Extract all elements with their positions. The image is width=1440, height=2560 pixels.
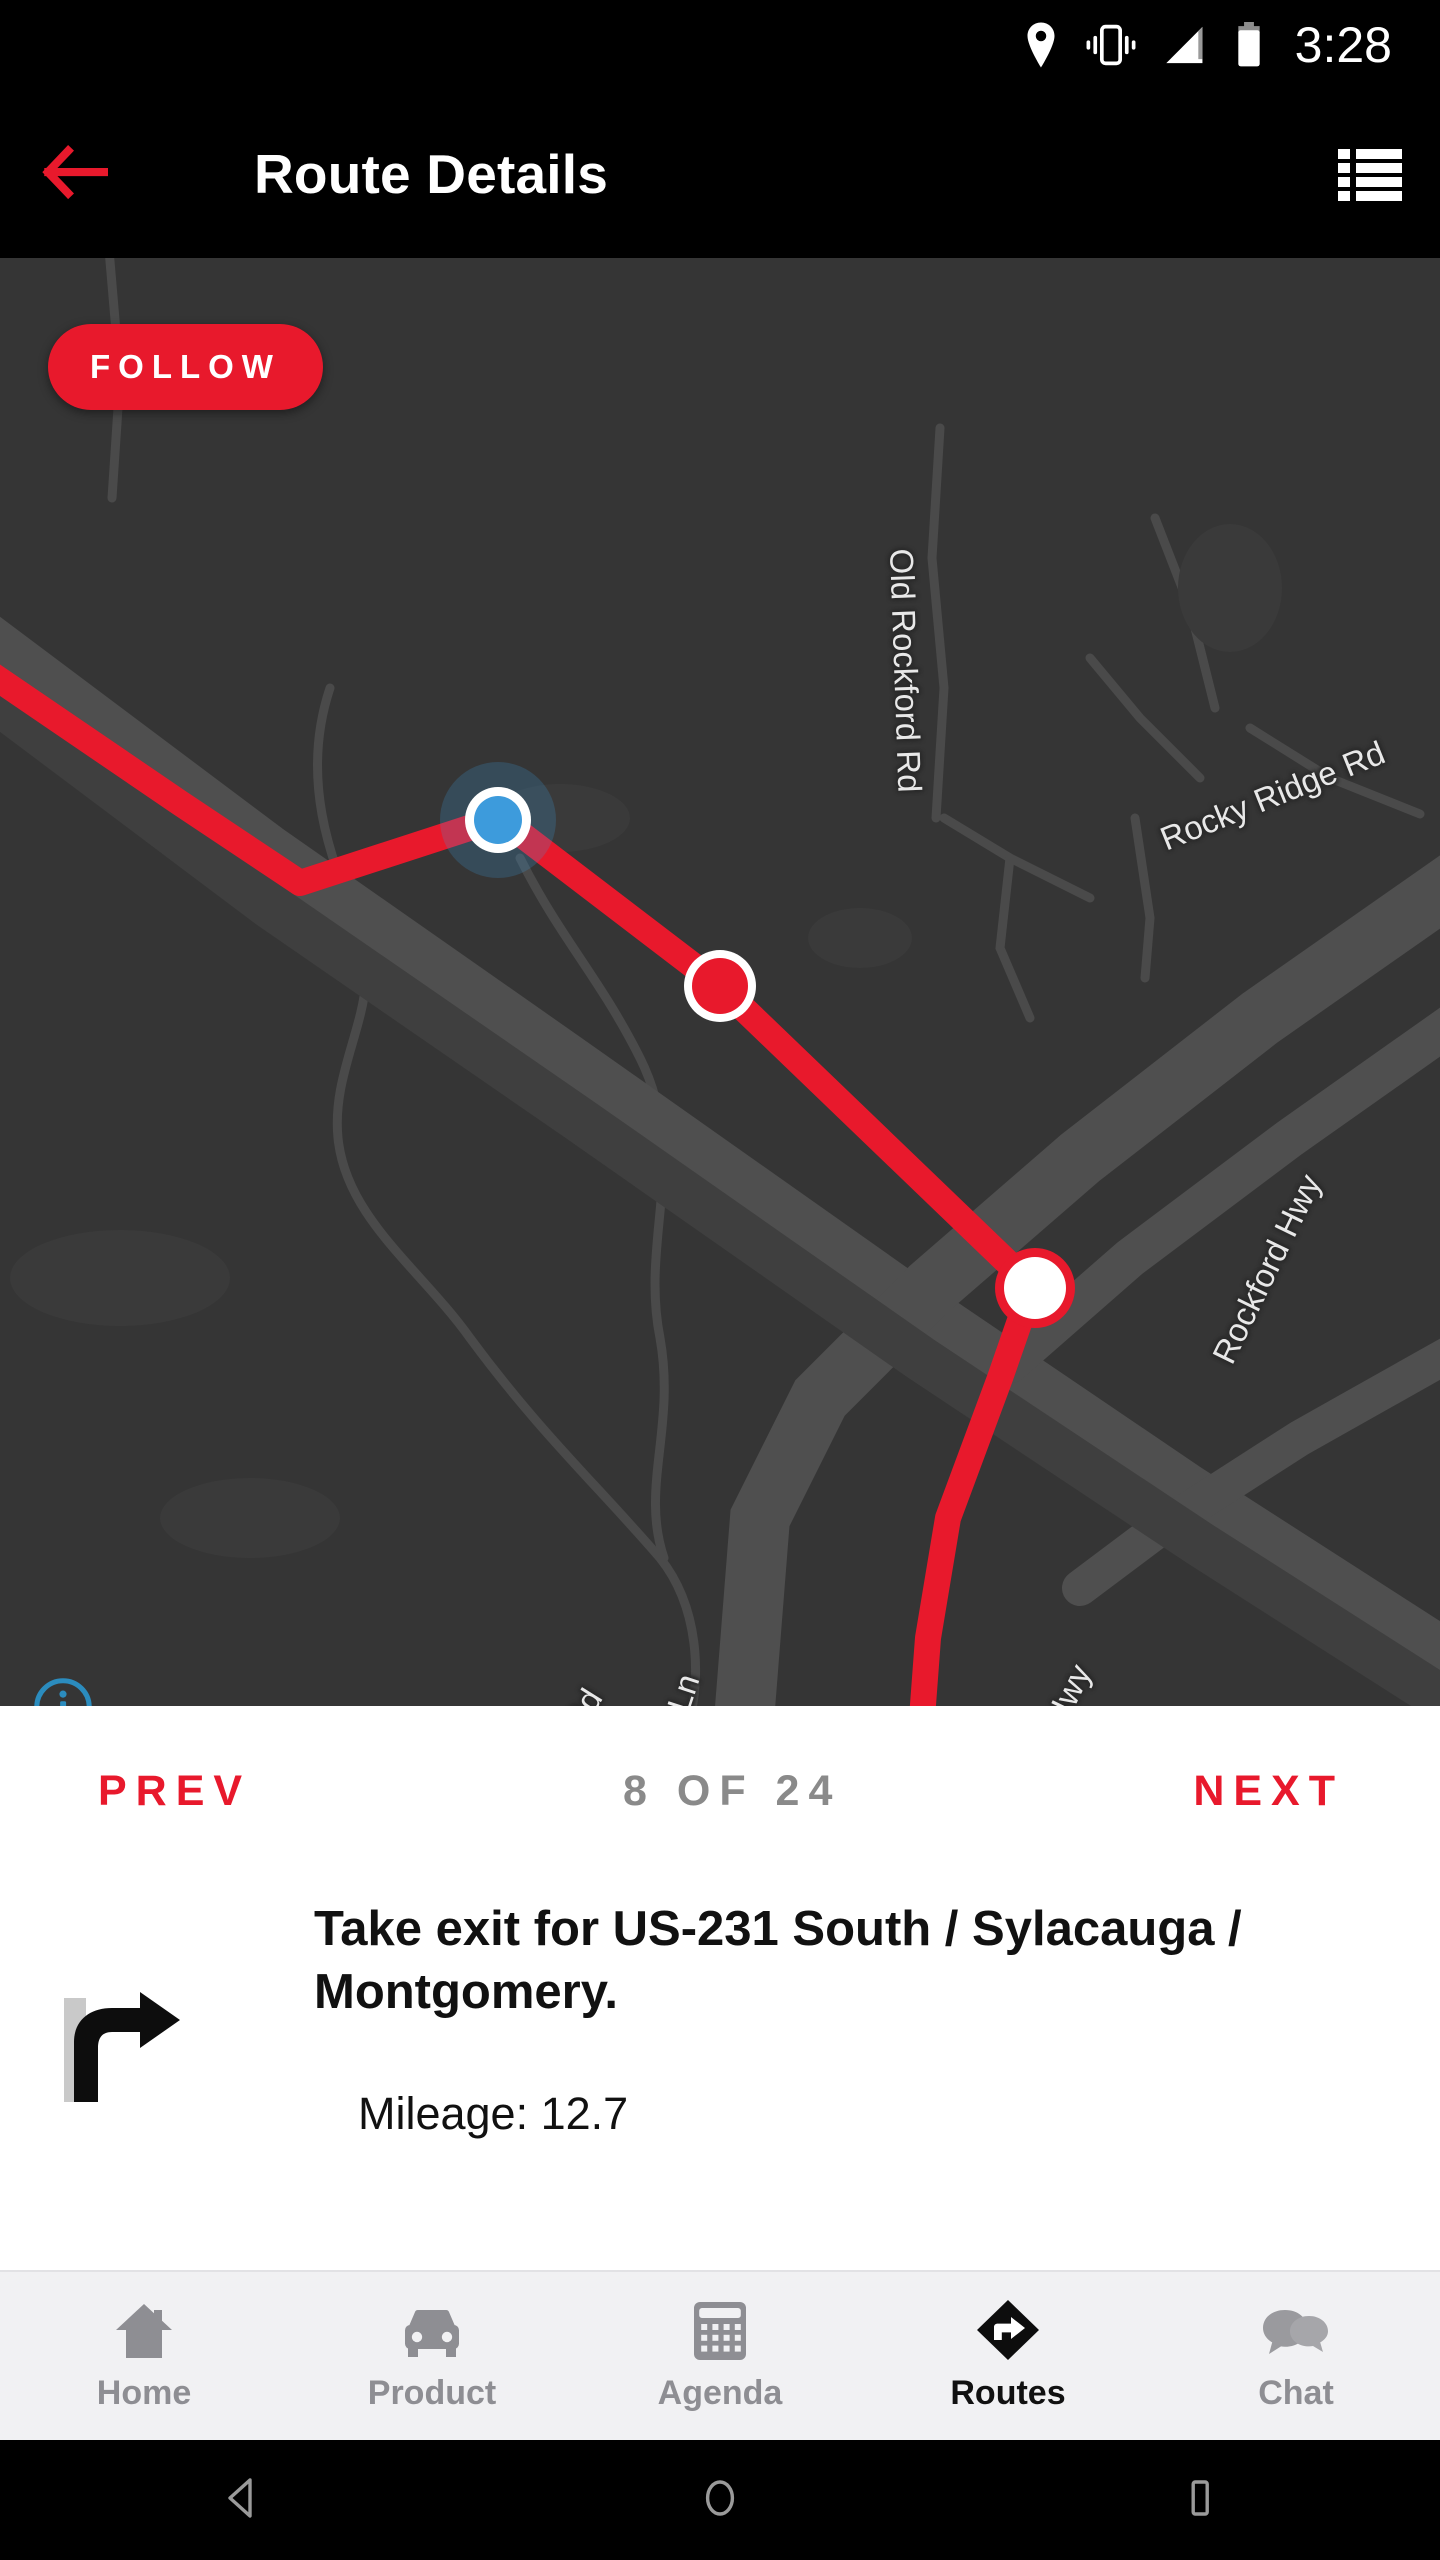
tab-home[interactable]: Home [0,2300,288,2413]
routes-diamond-icon [975,2299,1041,2362]
prev-step-button[interactable]: PREV [98,1767,251,1816]
android-home-button[interactable] [696,2474,744,2527]
instruction-mileage: Mileage: 12.7 [358,2088,629,2139]
turn-right-icon [64,1992,180,2102]
instruction-text: Take exit for US-231 South / Sylacauga /… [314,1902,1242,2019]
android-back-icon [228,2477,252,2518]
tab-label: Home [96,2373,192,2412]
route-list-icon [1338,149,1402,201]
vibrate-icon [1086,24,1136,66]
android-back-button[interactable] [216,2474,264,2527]
tab-label: Agenda [657,2373,783,2412]
home-icon [112,2300,176,2362]
current-location-marker [440,762,556,878]
car-icon [399,2300,465,2362]
signal-bars-icon [1165,26,1203,64]
instruction-panel: Take exit for US-231 South / Sylacauga /… [0,1876,1440,2270]
route-list-button[interactable] [1300,145,1440,203]
chat-bubbles-icon [1261,2300,1331,2362]
android-recents-button[interactable] [1176,2474,1224,2527]
page-title: Route Details [254,143,609,205]
tab-label: Chat [1258,2373,1334,2412]
step-counter: 8 OF 24 [623,1766,842,1815]
tab-agenda[interactable]: Agenda [576,2300,864,2413]
follow-button[interactable]: FOLLOW [48,324,323,410]
battery-icon [1237,22,1260,67]
tab-chat[interactable]: Chat [1152,2300,1440,2413]
bottom-tab-bar: Home Product Agenda Routes Chat [0,2270,1440,2440]
status-bar-clock: 3:28 [1294,17,1392,73]
tab-routes[interactable]: Routes [864,2299,1152,2413]
step-pager: PREV 8 OF 24 NEXT [0,1706,1440,1876]
tab-label: Product [367,2373,497,2412]
app-bar: Route Details [0,90,1440,258]
turn-right-button [48,1986,198,2121]
map-roads-layer [0,258,1440,1706]
android-recents-icon [1191,2479,1209,2516]
next-step-button[interactable]: NEXT [1193,1767,1344,1816]
android-nav-bar [0,2440,1440,2560]
tab-product[interactable]: Product [288,2300,576,2413]
waypoint-marker-active [684,950,756,1022]
android-home-icon [705,2479,735,2516]
waypoint-marker [995,1248,1075,1328]
back-button[interactable] [0,145,150,203]
location-pin-icon [1027,22,1055,68]
map-canvas[interactable]: Old Rockford Rd Rocky Ridge Rd Rockford … [0,258,1440,1706]
tab-label: Routes [950,2373,1066,2412]
info-circle-icon [34,1678,92,1706]
app-root: 3:28 Route Details Old Rockford Rd Rocky… [0,0,1440,2560]
status-bar: 3:28 [0,0,1440,90]
calendar-icon [690,2300,750,2362]
back-arrow-icon [42,145,108,200]
